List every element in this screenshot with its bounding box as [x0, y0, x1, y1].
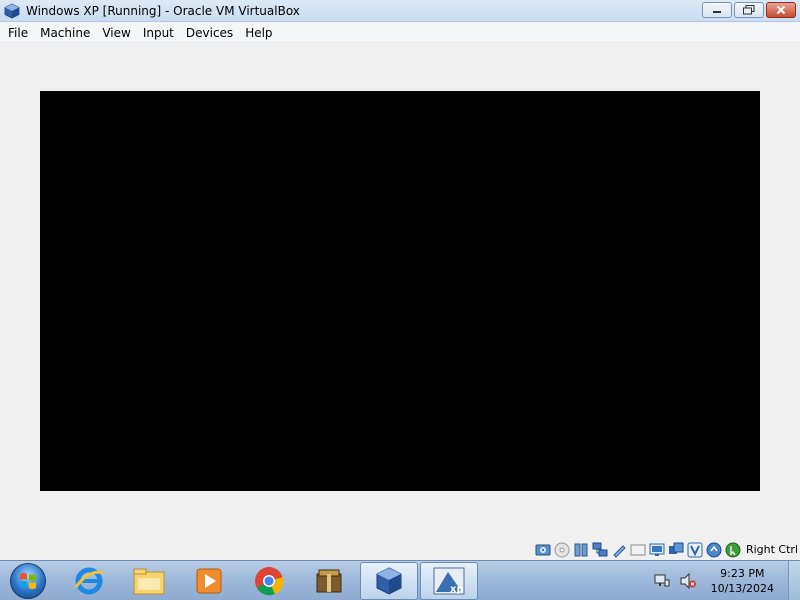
- chrome-icon[interactable]: [240, 562, 298, 600]
- windows-xp-vm-icon[interactable]: xp: [420, 561, 478, 600]
- menu-view[interactable]: View: [96, 23, 136, 43]
- restore-icon: [743, 5, 755, 15]
- internet-explorer-icon[interactable]: [60, 562, 118, 600]
- close-icon: [776, 5, 786, 15]
- menu-help[interactable]: Help: [239, 23, 278, 43]
- menu-devices[interactable]: Devices: [180, 23, 239, 43]
- vm-screen[interactable]: [40, 91, 760, 491]
- video-capture-icon[interactable]: [668, 542, 684, 558]
- start-button[interactable]: [4, 561, 52, 600]
- media-player-icon[interactable]: [180, 562, 238, 600]
- mouse-integration-icon[interactable]: [725, 542, 741, 558]
- archive-icon[interactable]: [300, 562, 358, 600]
- taskbar: xp 9:23 PM 10/13/2024: [0, 560, 800, 600]
- usb-icon[interactable]: [611, 542, 627, 558]
- menu-file[interactable]: File: [2, 23, 34, 43]
- file-explorer-icon[interactable]: [120, 562, 178, 600]
- audio-icon[interactable]: [573, 542, 589, 558]
- cpu-icon[interactable]: [706, 542, 722, 558]
- menu-bar: File Machine View Input Devices Help: [0, 23, 800, 43]
- display-icon[interactable]: [649, 542, 665, 558]
- menu-input[interactable]: Input: [137, 23, 180, 43]
- shared-folders-icon[interactable]: [630, 542, 646, 558]
- clock-date: 10/13/2024: [710, 582, 774, 595]
- virtualbox-icon[interactable]: [360, 561, 418, 600]
- minimize-button[interactable]: [702, 2, 732, 18]
- host-key-label: Right Ctrl: [745, 543, 798, 556]
- maximize-button[interactable]: [734, 2, 764, 18]
- show-desktop-button[interactable]: [788, 561, 800, 600]
- network-icon[interactable]: [592, 542, 608, 558]
- optical-drive-icon[interactable]: [554, 542, 570, 558]
- virtualization-icon[interactable]: [687, 542, 703, 558]
- window-title: Windows XP [Running] - Oracle VM Virtual…: [26, 3, 300, 18]
- system-tray: 9:23 PM 10/13/2024: [653, 561, 800, 600]
- menu-machine[interactable]: Machine: [34, 23, 96, 43]
- svg-text:xp: xp: [450, 584, 464, 595]
- close-button[interactable]: [766, 2, 796, 18]
- clock[interactable]: 9:23 PM 10/13/2024: [711, 566, 774, 596]
- vm-display-area: [0, 44, 800, 539]
- virtualbox-icon: [4, 3, 20, 19]
- windows-orb-icon: [10, 562, 46, 599]
- title-bar: Windows XP [Running] - Oracle VM Virtual…: [0, 0, 800, 22]
- hard-disk-icon[interactable]: [535, 542, 551, 558]
- network-tray-icon[interactable]: [653, 572, 671, 590]
- clock-time: 9:23 PM: [720, 567, 765, 580]
- volume-muted-icon[interactable]: [679, 572, 697, 590]
- minimize-icon: [713, 11, 721, 13]
- status-bar: Right Ctrl: [0, 539, 800, 560]
